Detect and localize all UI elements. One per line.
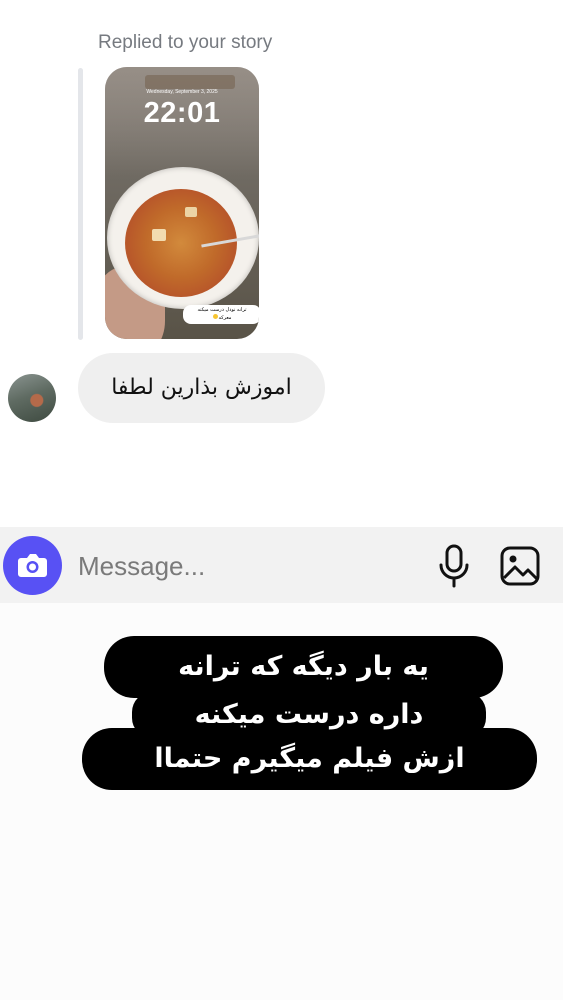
story-lock-time: 22:01 xyxy=(143,97,221,129)
overlay-text-line2: داره درست میکنه xyxy=(132,692,486,738)
reply-indicator-bar xyxy=(78,68,83,340)
story-caption-line1: ترانه نودل درست میکنه xyxy=(197,307,247,313)
gallery-button[interactable] xyxy=(497,543,543,589)
story-caption-sticker: ترانه نودل درست میکنه معرکه xyxy=(183,305,259,324)
camera-button[interactable] xyxy=(3,536,62,595)
message-bubble[interactable]: اموزش بذارین لطفا xyxy=(78,353,325,423)
story-caption-line2: معرکه xyxy=(218,315,232,321)
story-tofu-piece xyxy=(185,207,197,217)
story-caption-line2-wrap: معرکه xyxy=(186,314,258,322)
message-text: اموزش بذارین لطفا xyxy=(111,375,292,400)
story-lock-date: Wednesday, September 3, 2025 xyxy=(146,89,218,95)
sender-avatar[interactable] xyxy=(8,374,56,422)
grinning-emoji-icon xyxy=(212,314,218,319)
message-input[interactable] xyxy=(76,545,420,587)
camera-icon xyxy=(18,554,47,577)
microphone-button[interactable] xyxy=(434,543,474,589)
overlay-text-line1: یه بار دیگه که ترانه xyxy=(104,636,503,698)
story-table-shape xyxy=(145,75,235,89)
story-preview-card[interactable]: Wednesday, September 3, 2025 22:01 ترانه… xyxy=(105,67,259,339)
gallery-icon xyxy=(500,546,540,586)
story-tofu-piece xyxy=(152,229,166,241)
microphone-icon xyxy=(439,544,469,588)
replied-to-story-label: Replied to your story xyxy=(98,32,273,53)
